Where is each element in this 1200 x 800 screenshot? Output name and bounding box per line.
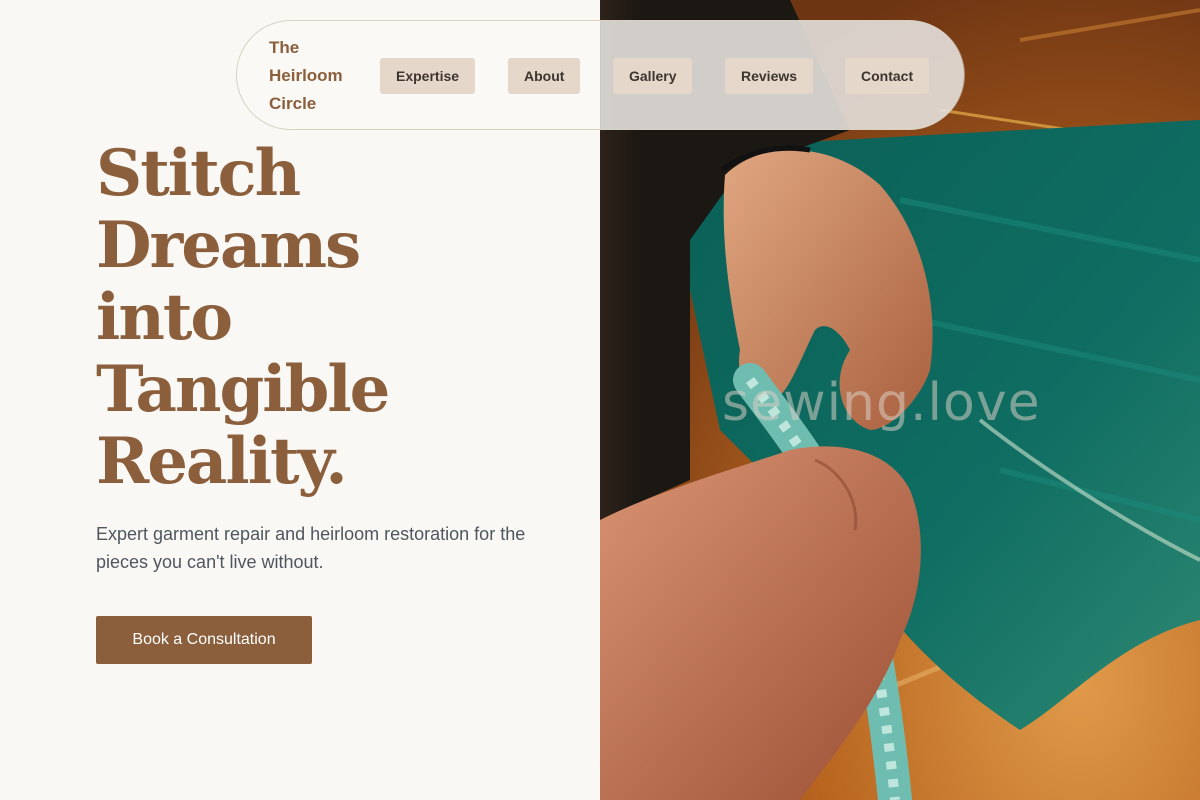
headline-line: into (96, 280, 233, 355)
nav-link-gallery[interactable]: Gallery (613, 58, 693, 94)
book-consultation-button[interactable]: Book a Consultation (96, 616, 312, 664)
brand-logo[interactable]: The Heirloom Circle (269, 34, 369, 118)
top-navigation: The Heirloom Circle Expertise About Gall… (236, 20, 965, 130)
watermark-text: sewing.love (722, 373, 1041, 433)
headline-line: Dreams (96, 208, 361, 283)
nav-link-reviews[interactable]: Reviews (725, 58, 814, 94)
nav-link-contact[interactable]: Contact (845, 58, 930, 94)
page: Stitch Dreams into Tangible Reality. Exp… (0, 0, 1200, 800)
hero-subtext: Expert garment repair and heirloom resto… (96, 524, 526, 572)
headline-line: Tangible (96, 352, 390, 427)
hero-headline: Stitch Dreams into Tangible Reality. (96, 136, 390, 499)
nav-link-expertise[interactable]: Expertise (380, 58, 476, 94)
headline-line: Stitch (96, 136, 301, 211)
headline-line: Reality. (96, 424, 348, 499)
nav-link-about[interactable]: About (508, 58, 581, 94)
